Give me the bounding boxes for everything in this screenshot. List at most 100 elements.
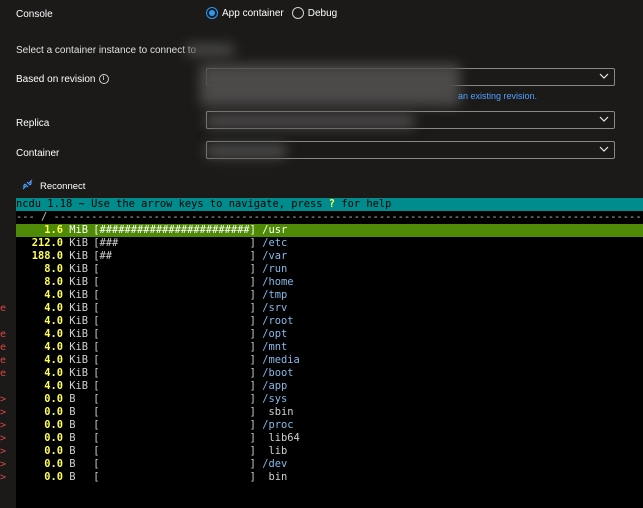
entry-unit: B <box>69 419 76 431</box>
entry-usage-bar: [ ] <box>93 458 256 470</box>
entry-size: 0.0 <box>44 393 63 405</box>
ncdu-row[interactable]: 1.6 MiB [########################] /usr <box>16 224 643 237</box>
terminal-console[interactable]: ncdu 1.18 ~ Use the arrow keys to naviga… <box>16 198 643 508</box>
redacted-revision <box>200 64 460 106</box>
entry-name: lib <box>262 445 288 457</box>
ncdu-row[interactable]: 0.0 B [ ] lib <box>16 445 643 458</box>
entry-size: 4.0 <box>44 380 63 392</box>
ncdu-row[interactable]: 0.0 B [ ] /proc <box>16 419 643 432</box>
ncdu-row[interactable]: 8.0 KiB [ ] /home <box>16 276 643 289</box>
entry-usage-bar: [### ] <box>93 237 256 249</box>
redacted-text <box>186 44 234 56</box>
entry-usage-bar: [ ] <box>93 367 256 379</box>
entry-unit: B <box>69 393 76 405</box>
entry-name: /sys <box>262 393 288 405</box>
entry-unit: MiB <box>69 224 89 236</box>
ncdu-header-prefix: ncdu 1.18 ~ Use the arrow keys to naviga… <box>16 198 329 210</box>
entry-usage-bar: [ ] <box>93 315 256 327</box>
reconnect-label: Reconnect <box>40 180 86 192</box>
ncdu-row[interactable]: 0.0 B [ ] sbin <box>16 406 643 419</box>
entry-name: /mnt <box>262 341 288 353</box>
entry-name: /proc <box>262 419 294 431</box>
app-container-radio-label[interactable]: App container <box>222 8 284 19</box>
ncdu-row[interactable]: 4.0 KiB [ ] /opt <box>16 328 643 341</box>
redacted-replica <box>206 114 414 128</box>
entry-size: 1.6 <box>44 224 63 236</box>
ncdu-row[interactable]: 0.0 B [ ] bin <box>16 471 643 484</box>
ncdu-row[interactable]: 4.0 KiB [ ] /media <box>16 354 643 367</box>
debug-radio[interactable] <box>291 7 304 19</box>
entry-unit: KiB <box>69 341 89 353</box>
entry-unit: B <box>69 471 76 483</box>
ncdu-row[interactable]: 4.0 KiB [ ] /root <box>16 315 643 328</box>
entry-unit: KiB <box>69 367 89 379</box>
revision-link[interactable]: an existing revision. <box>458 91 537 101</box>
ncdu-row[interactable]: 0.0 B [ ] /sys <box>16 393 643 406</box>
info-icon[interactable]: i <box>98 74 109 85</box>
entry-name: /app <box>262 380 288 392</box>
entry-flag: e <box>0 329 7 340</box>
ncdu-row[interactable]: 0.0 B [ ] /dev <box>16 458 643 471</box>
entry-usage-bar: [ ] <box>93 471 256 483</box>
ncdu-row[interactable]: 4.0 KiB [ ] /app <box>16 380 643 393</box>
entry-unit: B <box>69 432 76 444</box>
entry-size: 0.0 <box>44 445 63 457</box>
instructions-text: Select a container instance to connect t… <box>16 45 197 56</box>
app-container-radio[interactable] <box>206 7 218 19</box>
entry-unit: B <box>69 406 76 418</box>
entry-name: /root <box>262 315 294 327</box>
entry-size: 4.0 <box>44 289 63 301</box>
entry-size: 0.0 <box>44 471 63 483</box>
entry-size: 4.0 <box>44 302 63 314</box>
entry-name: /tmp <box>262 289 288 301</box>
entry-size: 0.0 <box>44 419 63 431</box>
entry-usage-bar: [ ] <box>93 393 256 405</box>
ncdu-row[interactable]: 4.0 KiB [ ] /boot <box>16 367 643 380</box>
entry-size: 8.0 <box>44 263 63 275</box>
entry-flag: e <box>0 342 7 353</box>
entry-size: 4.0 <box>44 341 63 353</box>
entry-flag: e <box>0 303 7 314</box>
entry-name: /run <box>262 263 288 275</box>
entry-flag: e <box>0 355 7 366</box>
ncdu-row[interactable]: 4.0 KiB [ ] /mnt <box>16 341 643 354</box>
entry-flag: > <box>0 394 7 405</box>
entry-size: 0.0 <box>44 406 63 418</box>
entry-usage-bar: [ ] <box>93 406 256 418</box>
entry-size: 4.0 <box>44 328 63 340</box>
replica-label: Replica <box>16 118 50 129</box>
entry-flag: e <box>0 368 7 379</box>
container-label: Container <box>16 148 60 159</box>
ncdu-row[interactable]: 212.0 KiB [### ] /etc <box>16 237 643 250</box>
entry-unit: B <box>69 458 76 470</box>
reconnect-button[interactable]: Reconnect <box>21 178 85 194</box>
entry-unit: KiB <box>69 237 89 249</box>
ncdu-row[interactable]: 8.0 KiB [ ] /run <box>16 263 643 276</box>
entry-unit: KiB <box>69 289 89 301</box>
entry-size: 4.0 <box>44 315 63 327</box>
redacted-container <box>206 144 286 158</box>
plug-icon <box>21 178 34 194</box>
ncdu-header-suffix: for help <box>335 198 392 210</box>
entry-unit: KiB <box>69 276 89 288</box>
entry-usage-bar: [## ] <box>93 250 256 262</box>
entry-unit: KiB <box>69 302 89 314</box>
ncdu-row[interactable]: 4.0 KiB [ ] /srv <box>16 302 643 315</box>
ncdu-row[interactable]: 0.0 B [ ] lib64 <box>16 432 643 445</box>
entry-size: 4.0 <box>44 354 63 366</box>
entry-unit: KiB <box>69 315 89 327</box>
entry-name: /opt <box>262 328 288 340</box>
entry-flag: > <box>0 433 7 444</box>
debug-radio-label[interactable]: Debug <box>308 8 337 19</box>
entry-name: /dev <box>262 458 288 470</box>
entry-size: 4.0 <box>44 367 63 379</box>
entry-usage-bar: [ ] <box>93 328 256 340</box>
revision-label: Based on revision i <box>16 74 109 85</box>
entry-size: 188.0 <box>31 250 63 262</box>
ncdu-row[interactable]: 4.0 KiB [ ] /tmp <box>16 289 643 302</box>
entry-size: 212.0 <box>31 237 63 249</box>
console-label: Console <box>16 9 53 20</box>
entry-name: /boot <box>262 367 294 379</box>
ncdu-row[interactable]: 188.0 KiB [## ] /var <box>16 250 643 263</box>
entry-flag: > <box>0 472 7 483</box>
